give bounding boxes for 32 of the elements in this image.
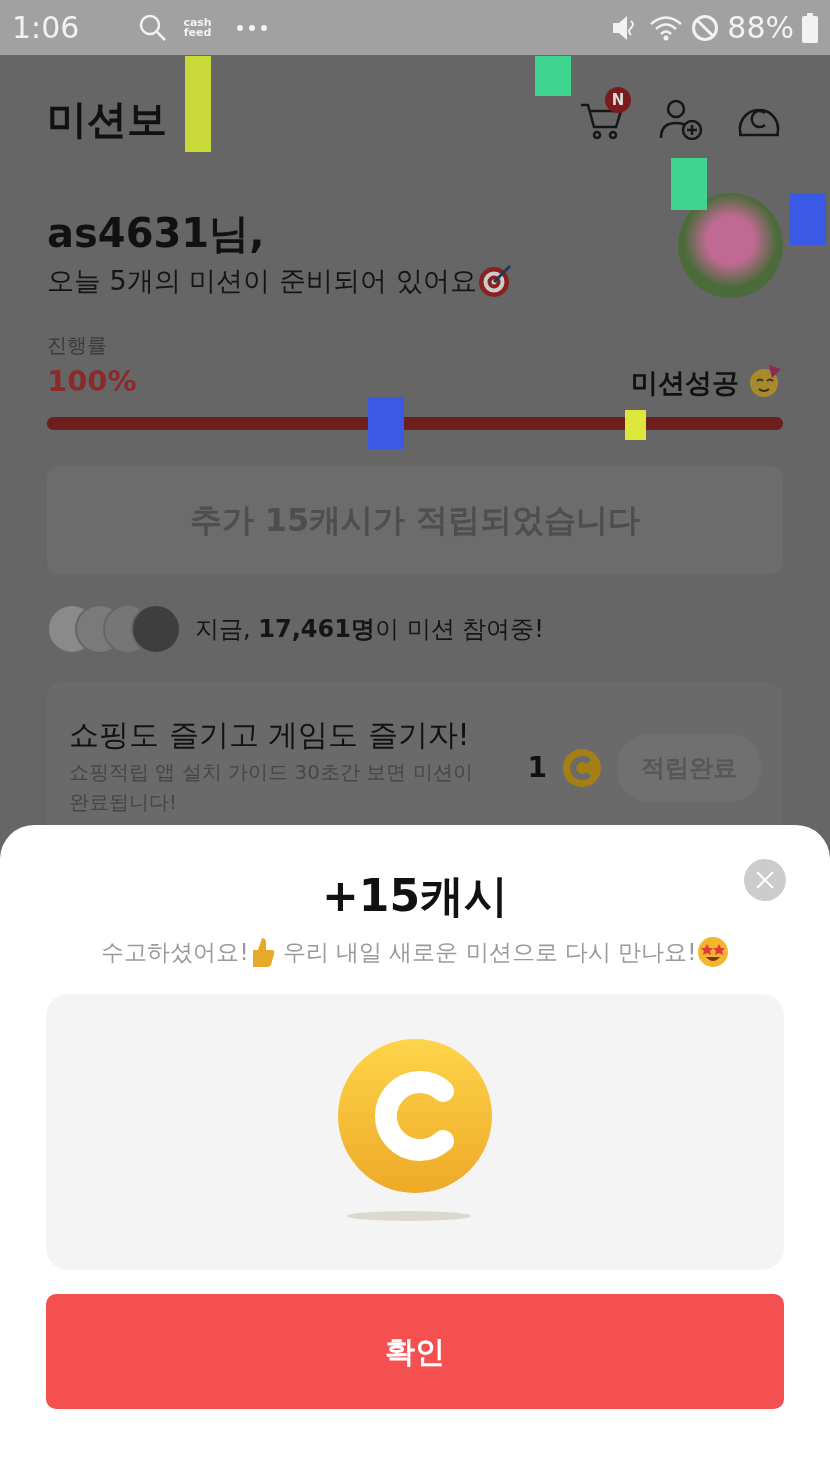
wifi-icon — [649, 13, 684, 42]
confetti-piece — [671, 158, 707, 210]
star-eyes-face-icon — [696, 936, 729, 969]
confetti-piece — [790, 193, 826, 245]
coin-icon — [563, 749, 601, 787]
confirm-button[interactable]: 확인 — [46, 1293, 784, 1409]
battery-percent: 88% — [727, 9, 794, 47]
mission-title: 쇼핑도 즐기고 게임도 즐기자! — [69, 716, 471, 754]
user-greeting: as4631님, — [47, 211, 266, 255]
search-icon[interactable] — [139, 13, 168, 42]
app-logo: cash feed — [183, 17, 212, 38]
battery-icon — [802, 12, 818, 43]
clock-time: 1:06 — [12, 9, 80, 47]
mission-count-message: 오늘 5개의 미션이 준비되어 있어요 — [47, 264, 477, 298]
add-friend-icon[interactable] — [659, 98, 703, 140]
page-title: 미션보 — [47, 95, 167, 144]
thanks-message: 수고하셨어요! — [101, 938, 249, 967]
confetti-piece — [368, 397, 404, 449]
confetti-piece — [535, 56, 571, 96]
new-badge: N — [605, 87, 631, 113]
party-face-icon — [747, 363, 783, 399]
mission-status: 미션성공 — [631, 365, 739, 400]
see-you-message: 우리 내일 새로운 미션으로 다시 만나요! — [282, 938, 697, 967]
reward-amount: 1 — [527, 750, 547, 786]
reward-title: +15캐시 — [321, 870, 509, 921]
participants-count: 지금, 17,461명이 미션 참여중! — [195, 614, 544, 645]
blocked-icon — [691, 13, 720, 42]
progress-percent: 100% — [47, 362, 137, 400]
more-icon[interactable] — [235, 23, 268, 32]
confetti-piece — [625, 410, 646, 440]
close-icon — [755, 870, 775, 890]
target-icon — [476, 263, 513, 300]
